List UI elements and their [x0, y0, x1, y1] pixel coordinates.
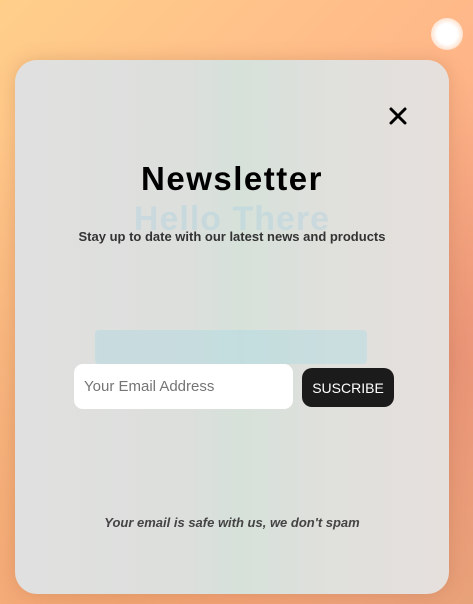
newsletter-modal: Hello There Newsletter Stay up to date w… [15, 60, 449, 594]
modal-title: Newsletter [141, 160, 323, 197]
subscribe-button[interactable]: SUSCRIBE [302, 368, 394, 407]
background-banner-shape [95, 330, 367, 364]
privacy-note: Your email is safe with us, we don't spa… [104, 515, 360, 530]
modal-subtitle: Stay up to date with our latest news and… [78, 229, 386, 244]
email-input[interactable] [74, 364, 293, 409]
close-icon [389, 107, 407, 125]
light-orb-decoration [431, 18, 463, 50]
close-button[interactable] [387, 105, 409, 127]
